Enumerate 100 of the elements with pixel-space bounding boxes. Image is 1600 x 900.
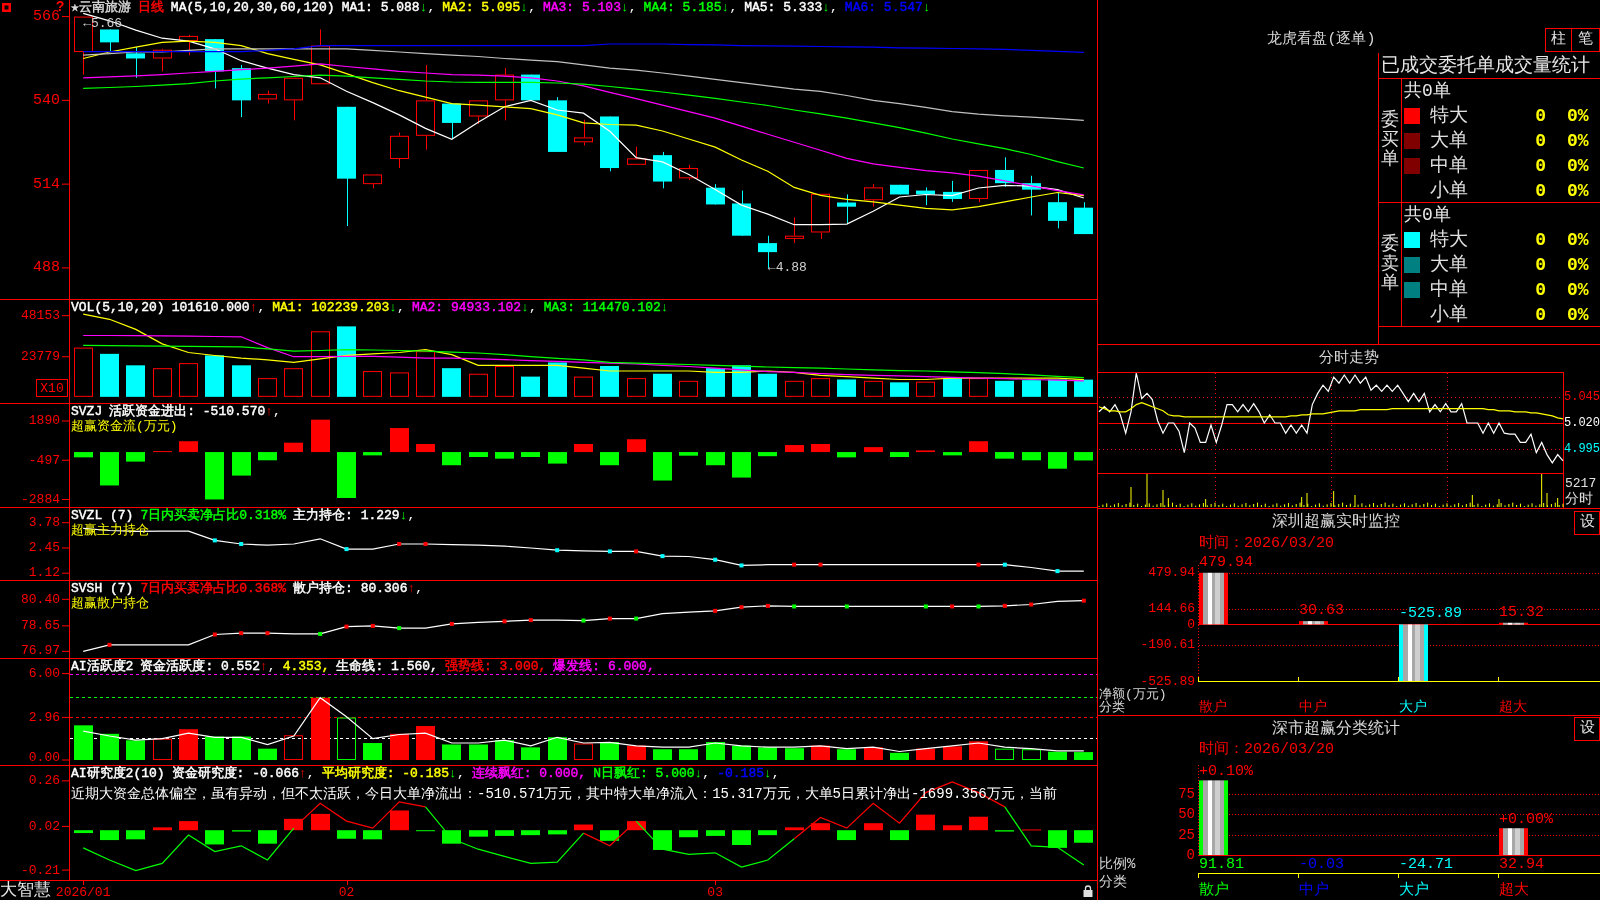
order-size-label: 特大 — [1430, 228, 1468, 251]
volume-bar — [469, 373, 488, 397]
activity-bar — [1074, 752, 1093, 761]
research-bar — [126, 830, 145, 840]
point-marker — [1002, 603, 1007, 608]
research-bar — [495, 830, 514, 836]
legend-text: MA2: 94933.102 — [411, 300, 522, 315]
axis-label: 分类 — [1099, 700, 1125, 715]
volume-bar — [995, 380, 1014, 397]
mode-button[interactable]: 柱 — [1545, 28, 1572, 52]
order-count: 0 — [1535, 253, 1546, 276]
y-tick-label: 75 — [1178, 786, 1195, 802]
y-tick-label: 76.97 — [21, 642, 60, 658]
legend-text: AI研究度2(10) — [71, 766, 165, 781]
point-marker — [739, 563, 744, 568]
legend-text: 平均研究度: -0.185 — [321, 766, 450, 781]
trend-arrow: ↓, — [764, 766, 780, 781]
group-label: 委卖单 — [1381, 234, 1399, 295]
point-marker — [1081, 598, 1086, 603]
fund-flow-bar — [521, 452, 540, 457]
order-count: 0 — [1535, 154, 1546, 177]
point-marker — [1029, 602, 1034, 607]
volume-max-label: 5217 — [1565, 475, 1597, 491]
y-tick-label: 0.00 — [28, 749, 60, 765]
trend-arrow: ↓, — [694, 766, 711, 781]
y-tick-label: 479.94 — [1148, 565, 1195, 581]
research-bar — [574, 824, 593, 831]
point-marker — [660, 554, 665, 559]
candlestick — [258, 90, 277, 105]
trend-arrow: ↓, — [721, 0, 738, 15]
y-tick-label: -2884 — [21, 491, 60, 507]
trend-arrow: ↑, — [407, 581, 424, 596]
candlestick — [943, 180, 962, 203]
settings-button[interactable]: 设 — [1574, 717, 1600, 741]
legend-text: 资金活跃度: 0.552 — [140, 659, 260, 674]
fund-flow-bar — [1048, 452, 1067, 469]
candlestick — [495, 67, 514, 121]
bar — [1499, 828, 1528, 855]
point-marker — [397, 541, 402, 546]
point-marker — [765, 603, 770, 608]
activity-bar — [679, 749, 698, 761]
activity-bar — [890, 752, 909, 761]
fund-flow-bar — [126, 452, 145, 462]
fund-flow-bar — [548, 452, 567, 464]
value-label: 30.63 — [1299, 602, 1344, 620]
research-bar — [179, 821, 198, 831]
research-bar — [205, 830, 224, 845]
volume-bar — [837, 379, 856, 397]
candlestick — [311, 28, 330, 85]
point-marker — [370, 623, 375, 628]
activity-bar — [469, 744, 488, 761]
legend-text: 资金研究度: -0.066 — [171, 766, 300, 781]
volume-bar — [785, 380, 804, 397]
activity-bar — [653, 749, 672, 761]
axis-label: 净额(万元) — [1099, 686, 1167, 702]
point-marker — [502, 619, 507, 624]
legend-text: 连续飘红: 0.000, — [471, 766, 587, 781]
value-label: -24.71 — [1399, 855, 1453, 873]
candlestick — [653, 151, 672, 189]
y-tick-label: 5.020 — [1564, 416, 1600, 430]
fund-flow-bar — [390, 428, 409, 453]
point-marker — [555, 548, 560, 553]
candlestick — [548, 96, 567, 153]
candlestick — [627, 146, 646, 166]
stats-title: 已成交委托单成交量统计 — [1381, 54, 1590, 77]
volume-bar — [153, 368, 172, 397]
fund-flow-bar — [811, 444, 830, 453]
candlestick — [153, 48, 172, 72]
research-bar — [363, 830, 382, 840]
research-bar — [521, 830, 540, 836]
y-tick-label: -190.61 — [1140, 637, 1195, 653]
point-marker — [713, 557, 718, 562]
point-marker — [607, 616, 612, 621]
legend-text: AI活跃度2 — [71, 659, 134, 674]
volume-bar — [205, 355, 224, 397]
research-bar — [706, 830, 725, 836]
order-size-label: 中单 — [1430, 154, 1468, 177]
legend-text: SVZJ — [71, 404, 103, 419]
legend-text: 主力持仓: 1.229 — [293, 508, 400, 523]
category-label: 散户 — [1199, 699, 1227, 715]
activity-bar — [785, 748, 804, 761]
research-bar — [1074, 830, 1093, 843]
research-bar — [100, 830, 119, 841]
trend-arrow: ↑, — [299, 766, 315, 781]
settings-button[interactable]: 设 — [1574, 511, 1600, 535]
point-marker — [1055, 569, 1060, 574]
legend-text: MA2: 5.095 — [442, 0, 521, 15]
volume-bar — [390, 372, 409, 397]
point-marker — [607, 549, 612, 554]
mode-button[interactable]: 笔 — [1572, 28, 1600, 52]
activity-bar — [126, 740, 145, 761]
y-tick-label: 566 — [33, 8, 60, 26]
order-size-label: 中单 — [1430, 278, 1468, 301]
trend-arrow: ↓, — [399, 508, 416, 523]
volume-bar — [1022, 380, 1041, 397]
point-marker — [212, 538, 217, 543]
fund-flow-bar — [258, 452, 277, 461]
legend-text: SVZL (7) — [71, 508, 134, 523]
activity-bar — [600, 742, 619, 761]
trend-arrow: ↓ — [660, 300, 669, 315]
